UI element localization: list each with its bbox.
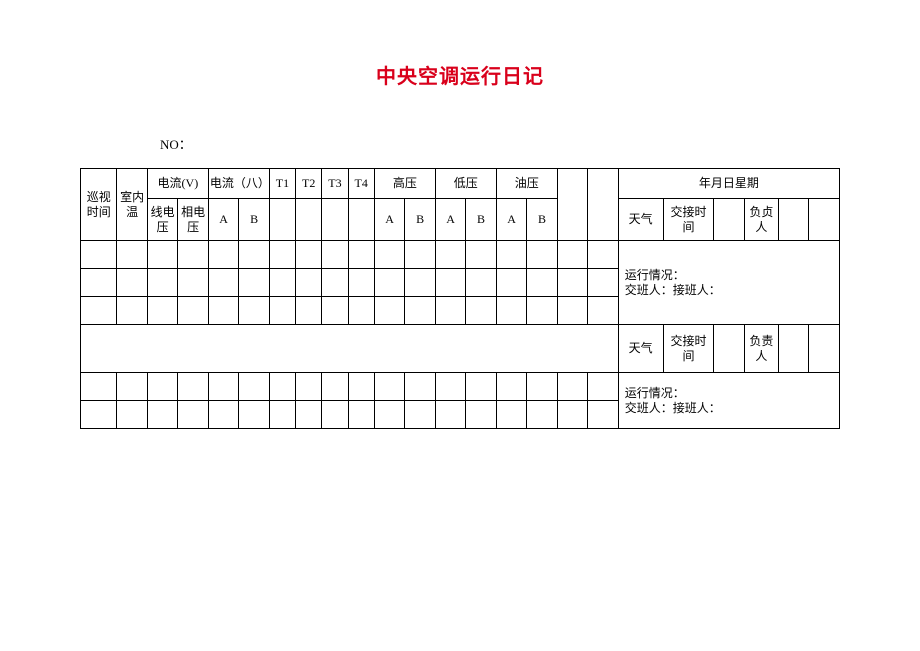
col-blank-d (778, 199, 808, 241)
col-t1-sub (269, 199, 295, 241)
col-t2: T2 (296, 169, 322, 199)
col-blank-a (557, 169, 587, 241)
col-current-v: 电流(V) (147, 169, 208, 199)
col-op-A: A (496, 199, 526, 241)
col-date-week: 年月日星期 (618, 169, 839, 199)
col-blank-h (809, 325, 840, 373)
col-patrol-time: 巡视时间 (81, 169, 117, 241)
data-row: 运行情况： 交班人：接班人： (81, 241, 840, 269)
data-row: 运行情况： 交班人：接班人： (81, 373, 840, 401)
col-blank-c (714, 199, 744, 241)
col-A-1: A (208, 199, 238, 241)
run-status: 运行情况： (625, 386, 838, 401)
document-title: 中央空调运行日记 (80, 60, 840, 89)
col-t4-sub (348, 199, 374, 241)
col-blank-g (778, 325, 808, 373)
handover-people: 交班人：接班人： (625, 283, 838, 298)
col-blank-e (809, 199, 840, 241)
col-t4: T4 (348, 169, 374, 199)
header-row-1: 巡视时间 室内温 电流(V) 电流（八） T1 T2 T3 T4 高压 低压 油… (81, 169, 840, 199)
col-blank-b (588, 169, 618, 241)
col-hp-A: A (374, 199, 404, 241)
col-line-voltage: 线电压 (147, 199, 177, 241)
col-handover-time-2: 交接时间 (663, 325, 714, 373)
col-handover-time-1: 交接时间 (663, 199, 714, 241)
col-room-temp: 室内温 (117, 169, 147, 241)
col-lp-B: B (466, 199, 496, 241)
number-label: NO： (160, 134, 840, 153)
col-weather-2: 天气 (618, 325, 663, 373)
col-t1: T1 (269, 169, 295, 199)
summary-block-2: 运行情况： 交班人：接班人： (618, 373, 839, 429)
log-table: 巡视时间 室内温 电流(V) 电流（八） T1 T2 T3 T4 高压 低压 油… (80, 168, 840, 429)
col-B-1: B (239, 199, 269, 241)
col-blank-f (714, 325, 744, 373)
col-low-pressure: 低压 (435, 169, 496, 199)
col-lp-A: A (435, 199, 465, 241)
col-hp-B: B (405, 199, 435, 241)
header-row-2: 线电压 相电压 A B A B A B A B 天气 交接时间 负贞人 (81, 199, 840, 241)
col-phase-voltage: 相电压 (178, 199, 208, 241)
col-t3: T3 (322, 169, 348, 199)
separator-row: 天气 交接时间 负责人 (81, 325, 840, 373)
col-t2-sub (296, 199, 322, 241)
col-high-pressure: 高压 (374, 169, 435, 199)
summary-block-1: 运行情况： 交班人：接班人： (618, 241, 839, 325)
col-t3-sub (322, 199, 348, 241)
col-weather-1: 天气 (618, 199, 663, 241)
wide-blank (81, 325, 619, 373)
col-responsible-1: 负贞人 (744, 199, 778, 241)
run-status: 运行情况： (625, 268, 838, 283)
col-responsible-2: 负责人 (744, 325, 778, 373)
col-op-B: B (527, 199, 557, 241)
col-current-a: 电流（八） (208, 169, 269, 199)
col-oil-pressure: 油压 (496, 169, 557, 199)
handover-people: 交班人：接班人： (625, 401, 838, 416)
